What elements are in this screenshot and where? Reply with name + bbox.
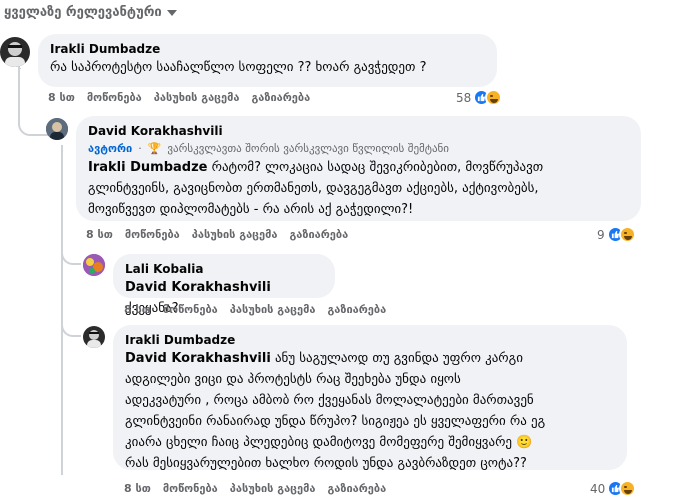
top-contributor-badge: ვარსკვლავთა შორის ვარსკვლავი წვლილის შემ… [167, 142, 449, 155]
comment-line: რატომ? ლოკაცია სადაც შევიკრიბებით, მოვწრ… [211, 160, 544, 175]
reaction-count: 9 [597, 227, 605, 242]
reaction-summary[interactable]: 58 [456, 89, 503, 106]
comment-line: გლინტვეინი რანაირად უნდა წრუპო? სიგიჟეა … [125, 414, 546, 429]
comment-line: ადგილები ვიცი და პროტესტს რაც შეეხება უნ… [125, 372, 461, 387]
comment-time[interactable]: 8 სთ [48, 91, 75, 105]
comment-author[interactable]: David Korakhashvili [88, 123, 629, 139]
comment-text: რა საპროტესტო სააჩალწლო სოფელი ?? ხოარ გ… [50, 60, 427, 75]
comment-line: გლინტვეინს, გავიცნობთ ერთმანეთს, დავგეგმ… [88, 181, 539, 196]
mention-link[interactable]: David Korakhashvili [125, 351, 271, 366]
share-button[interactable]: გაზიარება [289, 228, 348, 242]
chevron-down-icon [166, 9, 177, 16]
comment-bubble: Irakli Dumbadze რა საპროტესტო სააჩალწლო … [38, 34, 497, 87]
comment-line: ადეკვატური , როცა ამბობ რო ქვეყანას მოლა… [125, 393, 534, 408]
comment-time[interactable]: 8 სთ [124, 303, 151, 317]
share-button[interactable]: გაზიარება [327, 303, 386, 317]
comment-bubble: Irakli Dumbadze David Korakhashvili ანუ … [113, 325, 627, 471]
comment-bubble: Lali Kobalia David Korakhashvili ქვეყანა… [113, 254, 335, 316]
avatar[interactable] [83, 326, 105, 348]
comment-line: ანუ საგულაოდ თუ გვინდა უფრო კარგი [274, 351, 523, 366]
haha-icon [485, 89, 503, 106]
comment-actions: 8 სთ მოწონება პასუხის გაცემა გაზიარება [86, 228, 348, 242]
comment-line: მოვიწვევთ დიპლომატებს - რა არის აქ გაჭედ… [88, 202, 414, 217]
comment-author[interactable]: Irakli Dumbadze [50, 41, 485, 57]
reaction-count: 58 [456, 90, 472, 105]
reaction-summary[interactable]: 9 [597, 226, 636, 243]
sort-label: ყველაზე რელევანტური [4, 5, 162, 20]
mention-link[interactable]: Irakli Dumbadze [88, 160, 207, 175]
share-button[interactable]: გაზიარება [251, 91, 310, 105]
reply-button[interactable]: პასუხის გაცემა [230, 482, 316, 496]
reply-button[interactable]: პასუხის გაცემა [230, 303, 316, 317]
comment-line: რას მესიყვარულებით ხალხო როდის უნდა გავბ… [125, 456, 527, 471]
comment-actions: 8 სთ მოწონება პასუხის გაცემა გაზიარება [124, 303, 386, 317]
like-button[interactable]: მოწონება [87, 91, 142, 105]
reaction-summary[interactable]: 40 [590, 480, 637, 497]
mention-link[interactable]: David Korakhashvili [125, 280, 271, 295]
like-button[interactable]: მოწონება [163, 482, 218, 496]
comment-time[interactable]: 8 სთ [86, 228, 113, 242]
comment-time[interactable]: 8 სთ [124, 482, 151, 496]
comment-author[interactable]: Irakli Dumbadze [125, 332, 615, 348]
comment-text: Irakli Dumbadze რატომ? ლოკაცია სადაც შევ… [88, 157, 629, 178]
sort-dropdown[interactable]: ყველაზე რელევანტური [4, 5, 177, 20]
comment-bubble: David Korakhashvili ავტორი · 🏆 ვარსკვლავ… [76, 116, 641, 221]
haha-icon [618, 226, 636, 243]
comment-author[interactable]: Lali Kobalia [125, 261, 323, 277]
author-badges: ავტორი · 🏆 ვარსკვლავთა შორის ვარსკვლავი … [88, 140, 629, 157]
dot-separator: · [138, 142, 142, 155]
share-button[interactable]: გაზიარება [327, 482, 386, 496]
comment-actions: 8 სთ მოწონება პასუხის გაცემა გაზიარება [48, 91, 310, 105]
thread-connector [61, 300, 81, 337]
reaction-count: 40 [590, 481, 606, 496]
haha-icon [619, 480, 637, 497]
author-badge: ავტორი [88, 142, 133, 155]
reply-button[interactable]: პასუხის გაცემა [192, 228, 278, 242]
comment-line: კიარა ცხელი ჩაიც პლედებიც დამიტოვე მომეფ… [125, 435, 533, 450]
avatar[interactable] [0, 37, 30, 67]
avatar[interactable] [46, 118, 68, 140]
like-button[interactable]: მოწონება [163, 303, 218, 317]
like-button[interactable]: მოწონება [125, 228, 180, 242]
avatar[interactable] [83, 254, 105, 276]
reply-button[interactable]: პასუხის გაცემა [154, 91, 240, 105]
comment-text: David Korakhashvili ანუ საგულაოდ თუ გვინ… [125, 348, 615, 369]
comment-actions: 8 სთ მოწონება პასუხის გაცემა გაზიარება [124, 482, 386, 496]
thread-connector [61, 240, 81, 265]
trophy-icon: 🏆 [147, 142, 162, 155]
